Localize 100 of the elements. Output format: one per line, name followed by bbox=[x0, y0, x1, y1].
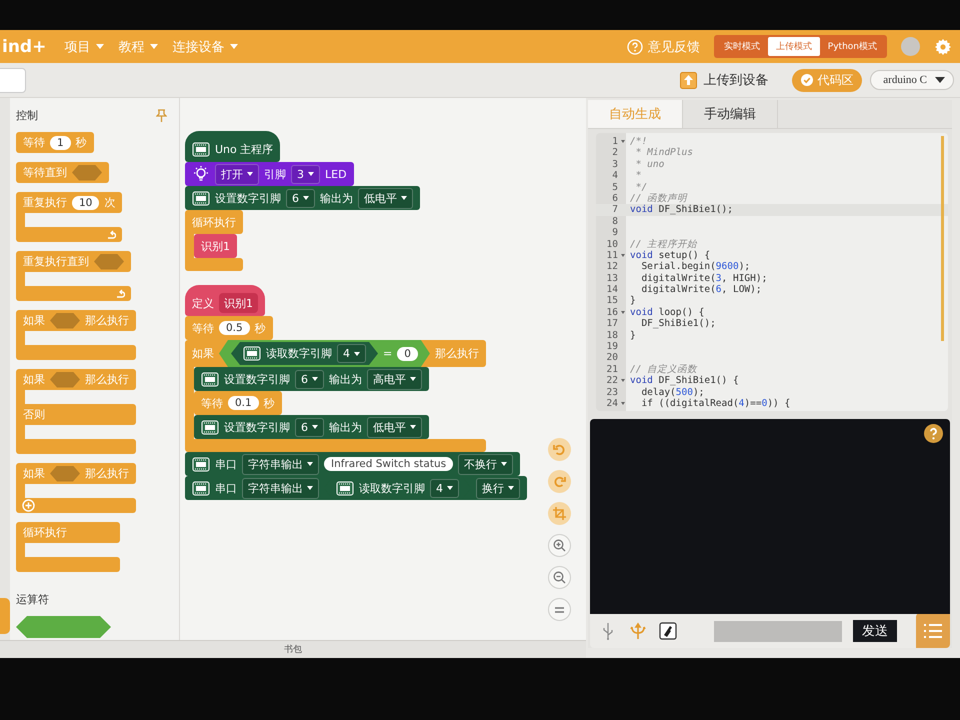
menu-icon bbox=[923, 623, 943, 639]
block-dropdown[interactable]: 字符串输出 bbox=[242, 478, 319, 498]
board-select[interactable]: arduino C bbox=[870, 70, 954, 90]
code-line: void DF_ShiBie1() { bbox=[629, 375, 739, 387]
fold-caret-icon[interactable] bbox=[620, 254, 624, 258]
pin-icon[interactable] bbox=[156, 109, 167, 122]
block-label: 次 bbox=[104, 195, 116, 210]
line-number: 24 bbox=[606, 398, 619, 410]
command-block[interactable]: 设置数字引脚 6 输出为 低电平 bbox=[185, 186, 420, 210]
crop-icon[interactable] bbox=[548, 502, 571, 525]
block-header[interactable]: 如果 读取数字引脚 4 = 0 那么执行 bbox=[185, 340, 486, 367]
block-dropdown[interactable]: 高电平 bbox=[367, 368, 422, 390]
block-label: 否则 bbox=[23, 407, 45, 422]
number-input[interactable]: 10 bbox=[72, 196, 100, 210]
block-dropdown[interactable]: 字符串输出 bbox=[242, 454, 319, 474]
text-input[interactable]: Infrared Switch status bbox=[324, 457, 454, 471]
line-number: 5 bbox=[611, 182, 619, 193]
block-label: 那么执行 bbox=[85, 372, 129, 387]
block-dropdown[interactable]: 6 bbox=[295, 370, 324, 388]
block-dropdown[interactable]: 4 bbox=[337, 344, 366, 363]
category-tab[interactable] bbox=[0, 598, 10, 634]
mode-tab[interactable]: 实时模式 bbox=[716, 37, 768, 56]
help-icon[interactable] bbox=[924, 424, 943, 443]
mode-tab[interactable]: 上传模式 bbox=[768, 37, 820, 56]
fold-caret-icon[interactable] bbox=[620, 402, 624, 406]
block-label: 秒 bbox=[254, 320, 266, 336]
undo-icon[interactable] bbox=[548, 438, 571, 461]
command-block[interactable]: 串口 字符串输出 Infrared Switch status 不换行 bbox=[185, 452, 520, 476]
line-number: 12 bbox=[606, 261, 619, 273]
zoom-out-icon[interactable] bbox=[548, 566, 571, 589]
number-input[interactable]: 1 bbox=[50, 136, 71, 150]
number-input[interactable]: 0.1 bbox=[228, 396, 259, 410]
block-dropdown[interactable]: 6 bbox=[286, 188, 315, 208]
reset-zoom-icon[interactable] bbox=[548, 598, 571, 621]
block-label: 秒 bbox=[76, 135, 87, 150]
caret-icon bbox=[230, 44, 238, 49]
block-label: 设置数字引脚 bbox=[224, 372, 290, 386]
caret-icon bbox=[508, 486, 514, 490]
block-label: 如果 bbox=[23, 466, 45, 481]
redo-icon[interactable] bbox=[548, 470, 571, 493]
code-line: * MindPlus bbox=[634, 147, 693, 159]
block-label: 等待 bbox=[201, 396, 223, 410]
caret-icon bbox=[354, 352, 360, 356]
upload-button[interactable]: 上传到设备 bbox=[680, 71, 768, 89]
hat-block[interactable]: 定义 识别1 bbox=[185, 285, 265, 316]
block-label: 循环执行 bbox=[192, 214, 236, 230]
caret-icon bbox=[312, 425, 318, 429]
number-input[interactable]: 0.5 bbox=[219, 321, 250, 335]
block-dropdown[interactable]: 打开 bbox=[215, 164, 259, 184]
hat-block[interactable]: Uno 主程序 bbox=[185, 131, 280, 162]
line-number: 17 bbox=[606, 318, 619, 330]
command-block[interactable]: 设置数字引脚 6 输出为 高电平 bbox=[194, 367, 429, 391]
block-header[interactable]: 重复执行 10 次 bbox=[16, 192, 122, 213]
line-number: 2 bbox=[611, 147, 619, 159]
board-icon bbox=[201, 420, 219, 434]
block-dropdown[interactable]: 4 bbox=[430, 478, 459, 498]
block-label: 重复执行直到 bbox=[23, 254, 89, 269]
search-field[interactable] bbox=[0, 68, 26, 92]
serial-input[interactable] bbox=[714, 620, 842, 642]
block-dropdown[interactable]: 低电平 bbox=[358, 188, 413, 208]
add-branch-icon[interactable] bbox=[22, 499, 35, 512]
condition-slot bbox=[94, 254, 124, 270]
command-block[interactable]: 打开 引脚 3 LED bbox=[185, 162, 354, 186]
command-block[interactable]: 等待 0.1 秒 bbox=[194, 391, 282, 415]
block-label: 等待 bbox=[192, 320, 214, 336]
settings-icon[interactable] bbox=[934, 38, 952, 56]
line-number: 1 bbox=[611, 136, 619, 148]
send-button[interactable]: 发送 bbox=[853, 620, 897, 642]
code-line: digitalWrite(3, HIGH); bbox=[640, 272, 768, 284]
block-dropdown[interactable]: 不换行 bbox=[458, 454, 514, 474]
fold-caret-icon[interactable] bbox=[620, 311, 624, 314]
command-block[interactable]: 串口 字符串输出 读取数字引脚 4 换行 bbox=[185, 476, 527, 500]
code-line: } bbox=[629, 330, 636, 342]
block-label: = bbox=[383, 347, 392, 360]
block-label: 重复执行 bbox=[23, 195, 67, 210]
block-label: 如果 bbox=[23, 313, 45, 328]
zoom-in-icon[interactable] bbox=[548, 534, 571, 557]
board-icon bbox=[192, 456, 210, 472]
command-block[interactable]: 等待 1 秒 bbox=[16, 132, 94, 153]
line-number: 14 bbox=[606, 284, 619, 296]
code-line: /*! bbox=[629, 136, 648, 148]
block-dropdown[interactable]: 换行 bbox=[476, 478, 520, 498]
command-block[interactable]: 设置数字引脚 6 输出为 低电平 bbox=[194, 415, 429, 439]
condition-slot bbox=[72, 164, 102, 180]
number-input[interactable]: 0 bbox=[397, 346, 418, 360]
scrollbar-thumb[interactable] bbox=[941, 136, 944, 341]
block-dropdown[interactable]: 6 bbox=[295, 418, 324, 436]
menu-button[interactable] bbox=[916, 613, 950, 648]
fold-caret-icon[interactable] bbox=[620, 379, 624, 382]
backpack-label[interactable]: 书包 bbox=[284, 643, 302, 656]
mode-tab[interactable]: Python模式 bbox=[820, 37, 885, 56]
block-dropdown[interactable]: 3 bbox=[291, 164, 320, 184]
fold-caret-icon[interactable] bbox=[620, 140, 624, 144]
command-block[interactable]: 识别1 bbox=[194, 234, 237, 258]
command-block[interactable]: 等待 0.5 秒 bbox=[185, 316, 273, 340]
block-dropdown[interactable]: 低电平 bbox=[367, 416, 422, 438]
code-line: void setup() { bbox=[629, 250, 710, 262]
block-label: 串口 bbox=[215, 456, 237, 472]
block-label: 输出为 bbox=[329, 420, 362, 434]
board-icon bbox=[243, 346, 261, 361]
